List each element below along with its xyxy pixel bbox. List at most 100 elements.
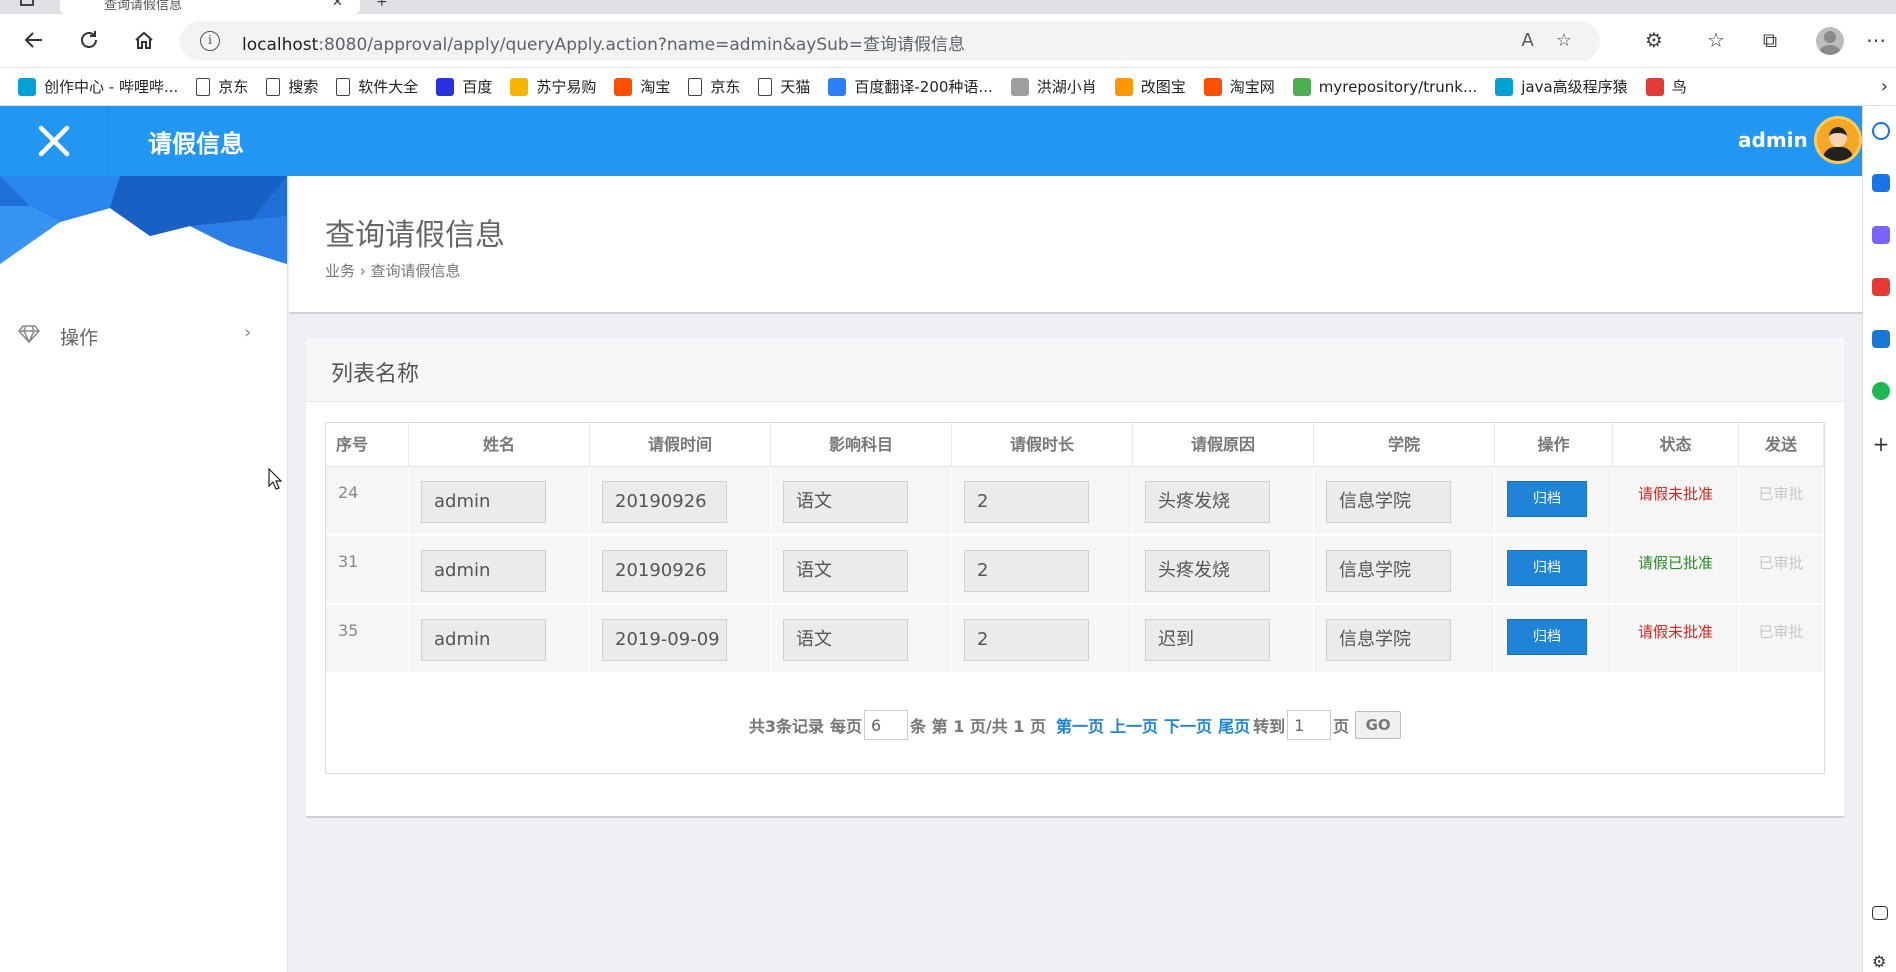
subject-field[interactable]: 语文 [783, 481, 908, 523]
diamond-icon [18, 324, 40, 349]
send-status: 已审批 [1758, 554, 1804, 572]
bookmark-item[interactable]: 百度翻译-200种语... [828, 76, 993, 97]
back-icon[interactable] [18, 24, 50, 56]
table-row: 24 admin 20190926 语文 2 头疼发烧 信息学院 归档 请假未批准 已审批 [326, 467, 1824, 535]
bookmark-item[interactable]: 软件大全 [336, 76, 418, 97]
bookmark-item[interactable]: 鸟 [1645, 76, 1687, 97]
extensions-icon[interactable]: ⚙ [1640, 28, 1668, 52]
per-page-input[interactable] [864, 710, 909, 740]
bookmark-item[interactable]: 创作中心 - 哔哩哔... [18, 76, 178, 97]
bookmark-label: 搜索 [288, 78, 319, 96]
user-avatar[interactable] [1814, 116, 1862, 164]
tab-actions-icon[interactable] [20, 0, 34, 6]
column-header: 学院 [1314, 423, 1495, 467]
sidebar-item-operations[interactable]: 操作 › [0, 310, 287, 360]
table-cell: 已审批 [1739, 605, 1824, 673]
column-header: 请假原因 [1133, 423, 1314, 467]
profile-avatar[interactable] [1816, 27, 1844, 55]
college-field[interactable]: 信息学院 [1326, 481, 1451, 523]
bookmark-item[interactable]: 京东 [196, 76, 248, 97]
archive-button[interactable]: 归档 [1507, 619, 1587, 655]
leave-table: 序号 姓名 请假时间 影响科目 请假时长 请假原因 学院 操作 状态 发送 24 admin 2019… [325, 422, 1825, 774]
sidebar-banner [0, 176, 287, 268]
college-field[interactable]: 信息学院 [1326, 550, 1451, 592]
bookmark-item[interactable]: myrepository/trunk... [1292, 77, 1477, 96]
go-button[interactable]: GO [1355, 711, 1402, 739]
refresh-icon[interactable] [73, 24, 105, 56]
breadcrumb: 业务 › 查询请假信息 [325, 262, 461, 280]
college-field[interactable]: 信息学院 [1326, 619, 1451, 661]
bookmark-item[interactable]: 淘宝网 [1203, 76, 1275, 97]
bookmark-label: 京东 [710, 78, 741, 96]
bookmark-item[interactable]: java高级程序猿 [1495, 76, 1628, 97]
url-text[interactable]: localhost:8080/approval/apply/queryApply… [242, 30, 965, 55]
favorites-icon[interactable]: ☆ [1702, 28, 1730, 52]
add-favorite-icon[interactable]: ☆ [1556, 30, 1572, 51]
first-page-link[interactable]: 第一页 [1056, 713, 1104, 737]
new-tab-icon[interactable]: + [376, 0, 388, 10]
header-username[interactable]: admin [1738, 128, 1808, 152]
list-panel: 列表名称 序号 姓名 请假时间 影响科目 请假时长 请假原因 学院 操作 状态 发送 24 admi… [306, 338, 1844, 818]
sidebar-collapse-icon[interactable] [1872, 906, 1888, 920]
table-cell: 已审批 [1739, 467, 1824, 535]
time-field[interactable]: 20190926 [602, 550, 727, 592]
prev-page-link[interactable]: 上一页 [1110, 713, 1158, 737]
search-icon[interactable] [1872, 122, 1890, 140]
goto-page-input[interactable] [1287, 710, 1332, 740]
archive-button[interactable]: 归档 [1507, 481, 1587, 517]
close-sidebar-button[interactable] [0, 106, 108, 176]
subject-field[interactable]: 语文 [783, 619, 908, 661]
home-icon[interactable] [128, 24, 160, 56]
bookmark-item[interactable]: 京东 [688, 76, 740, 97]
time-field[interactable]: 20190926 [602, 481, 727, 523]
reason-field[interactable]: 头疼发烧 [1145, 481, 1270, 523]
bookmark-item[interactable]: 苏宁易购 [510, 76, 596, 97]
time-field[interactable]: 2019-09-09 [602, 619, 727, 661]
settings-icon[interactable]: ⚙ [1872, 952, 1890, 971]
bookmark-item[interactable]: 百度 [436, 76, 492, 97]
archive-button[interactable]: 归档 [1507, 550, 1587, 586]
table-cell: 归档 [1495, 605, 1613, 673]
tools-icon[interactable] [1872, 226, 1890, 244]
bookmarks-overflow-icon[interactable]: › [1881, 76, 1888, 97]
status-badge: 请假未批准 [1637, 485, 1713, 503]
status-badge: 请假已批准 [1637, 554, 1713, 572]
pager-total: 共3条记录 [748, 717, 825, 736]
add-icon[interactable]: + [1872, 434, 1890, 454]
next-page-link[interactable]: 下一页 [1164, 713, 1212, 737]
outlook-icon[interactable] [1872, 330, 1890, 348]
bookmark-item[interactable]: 淘宝 [614, 76, 670, 97]
name-field[interactable]: admin [421, 550, 546, 592]
column-header: 影响科目 [771, 423, 952, 467]
table-cell: 请假未批准 [1613, 467, 1739, 535]
url-bar[interactable]: i localhost:8080/approval/apply/queryApp… [180, 21, 1600, 61]
bilibili-icon [18, 77, 36, 96]
reason-field[interactable]: 迟到 [1145, 619, 1270, 661]
office-icon[interactable] [1872, 278, 1890, 296]
subject-field[interactable]: 语文 [783, 550, 908, 592]
site-info-icon[interactable]: i [200, 31, 220, 51]
tab-close-icon[interactable]: ✕ [332, 0, 343, 10]
bookmark-item[interactable]: 洪湖小肖 [1010, 76, 1097, 97]
reason-field[interactable]: 头疼发烧 [1145, 550, 1270, 592]
name-field[interactable]: admin [421, 481, 546, 523]
shopping-icon[interactable] [1872, 174, 1890, 192]
name-field[interactable]: admin [421, 619, 546, 661]
gaitubao-icon [1114, 77, 1133, 96]
duration-field[interactable]: 2 [964, 550, 1089, 592]
panel-header: 列表名称 [306, 338, 1844, 402]
browser-tab[interactable]: 查询请假信息 ✕ [60, 0, 360, 14]
duration-field[interactable]: 2 [964, 481, 1089, 523]
last-page-link[interactable]: 尾页 [1218, 713, 1250, 737]
bookmark-item[interactable]: 天猫 [758, 76, 810, 97]
spotify-icon[interactable] [1872, 382, 1890, 400]
pager-per-page-label: 每页 [830, 717, 863, 736]
bookmark-item[interactable]: 改图宝 [1114, 76, 1186, 97]
collections-icon[interactable]: ⧉ [1756, 28, 1784, 52]
more-menu-icon[interactable]: ⋯ [1862, 28, 1890, 52]
baidu-icon [436, 77, 455, 96]
duration-field[interactable]: 2 [964, 619, 1089, 661]
read-aloud-icon[interactable]: A [1522, 30, 1534, 51]
table-header: 序号 姓名 请假时间 影响科目 请假时长 请假原因 学院 操作 状态 发送 [326, 423, 1824, 467]
bookmark-item[interactable]: 搜索 [266, 76, 318, 97]
